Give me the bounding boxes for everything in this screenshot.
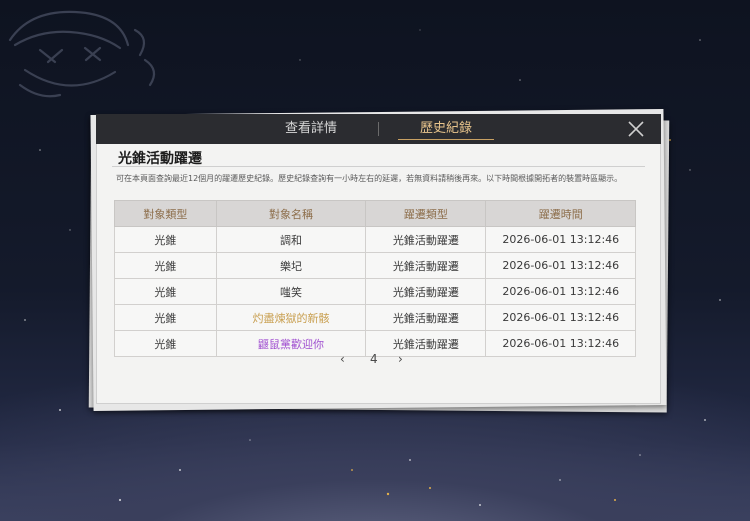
cell-warp-type: 光錐活動躍遷 bbox=[365, 304, 487, 331]
cell-item-type: 光錐 bbox=[114, 252, 217, 279]
description-text: 可在本頁面查詢最近12個月的躍遷歷史紀錄。歷史紀錄查詢有一小時左右的延遲，若無資… bbox=[116, 174, 623, 183]
cell-item-type: 光錐 bbox=[114, 304, 217, 331]
cell-item-name: 樂圮 bbox=[215, 252, 367, 279]
cell-item-name: 嗤笑 bbox=[215, 278, 367, 305]
cell-item-name: 調和 bbox=[215, 226, 367, 253]
table-row: 光錐 樂圮 光錐活動躍遷 2026-06-01 13:12:46 bbox=[114, 252, 636, 279]
tab-details[interactable]: 查看詳情 bbox=[266, 114, 356, 144]
cell-warp-type: 光錐活動躍遷 bbox=[365, 278, 487, 305]
history-panel: 查看詳情 歷史紀錄 光錐活動躍遷 可在本頁面查詢最近12個月的躍遷歷史紀錄。歷史… bbox=[96, 114, 661, 404]
page-title: 光錐活動躍遷 bbox=[118, 151, 202, 167]
cell-warp-time: 2026-06-01 13:12:46 bbox=[485, 304, 636, 331]
header-warp-type: 躍遷類型 bbox=[365, 200, 487, 227]
title-divider bbox=[112, 166, 645, 167]
next-page-icon[interactable]: › bbox=[398, 352, 403, 366]
cell-warp-time: 2026-06-01 13:12:46 bbox=[485, 278, 636, 305]
table-row: 光錐 嗤笑 光錐活動躍遷 2026-06-01 13:12:46 bbox=[114, 278, 636, 305]
table-header-row: 對象類型 對象名稱 躍遷類型 躍遷時間 bbox=[114, 200, 636, 227]
doodle-character-decoration bbox=[8, 10, 156, 98]
cell-warp-time: 2026-06-01 13:12:46 bbox=[485, 226, 636, 253]
header-item-name: 對象名稱 bbox=[215, 200, 367, 227]
header-warp-time: 躍遷時間 bbox=[485, 200, 636, 227]
table-row: 光錐 灼盡煉獄的新骸 光錐活動躍遷 2026-06-01 13:12:46 bbox=[114, 304, 636, 331]
header-item-type: 對象類型 bbox=[114, 200, 217, 227]
cell-item-name: 灼盡煉獄的新骸 bbox=[215, 304, 367, 331]
table-row: 光錐 調和 光錐活動躍遷 2026-06-01 13:12:46 bbox=[114, 226, 636, 253]
cell-item-type: 光錐 bbox=[114, 278, 217, 305]
pagination: ‹ 4 › bbox=[96, 352, 661, 368]
cell-warp-type: 光錐活動躍遷 bbox=[365, 226, 487, 253]
cell-item-type: 光錐 bbox=[114, 226, 217, 253]
page-number: 4 bbox=[370, 352, 378, 366]
tab-history[interactable]: 歷史紀錄 bbox=[398, 114, 494, 144]
close-icon[interactable] bbox=[627, 120, 645, 138]
cell-warp-type: 光錐活動躍遷 bbox=[365, 252, 487, 279]
tab-bar: 查看詳情 歷史紀錄 bbox=[96, 114, 661, 144]
cell-warp-time: 2026-06-01 13:12:46 bbox=[485, 252, 636, 279]
prev-page-icon[interactable]: ‹ bbox=[340, 352, 345, 366]
history-table: 對象類型 對象名稱 躍遷類型 躍遷時間 光錐 調和 光錐活動躍遷 2026-06-01… bbox=[114, 200, 636, 357]
tab-divider bbox=[378, 122, 379, 136]
